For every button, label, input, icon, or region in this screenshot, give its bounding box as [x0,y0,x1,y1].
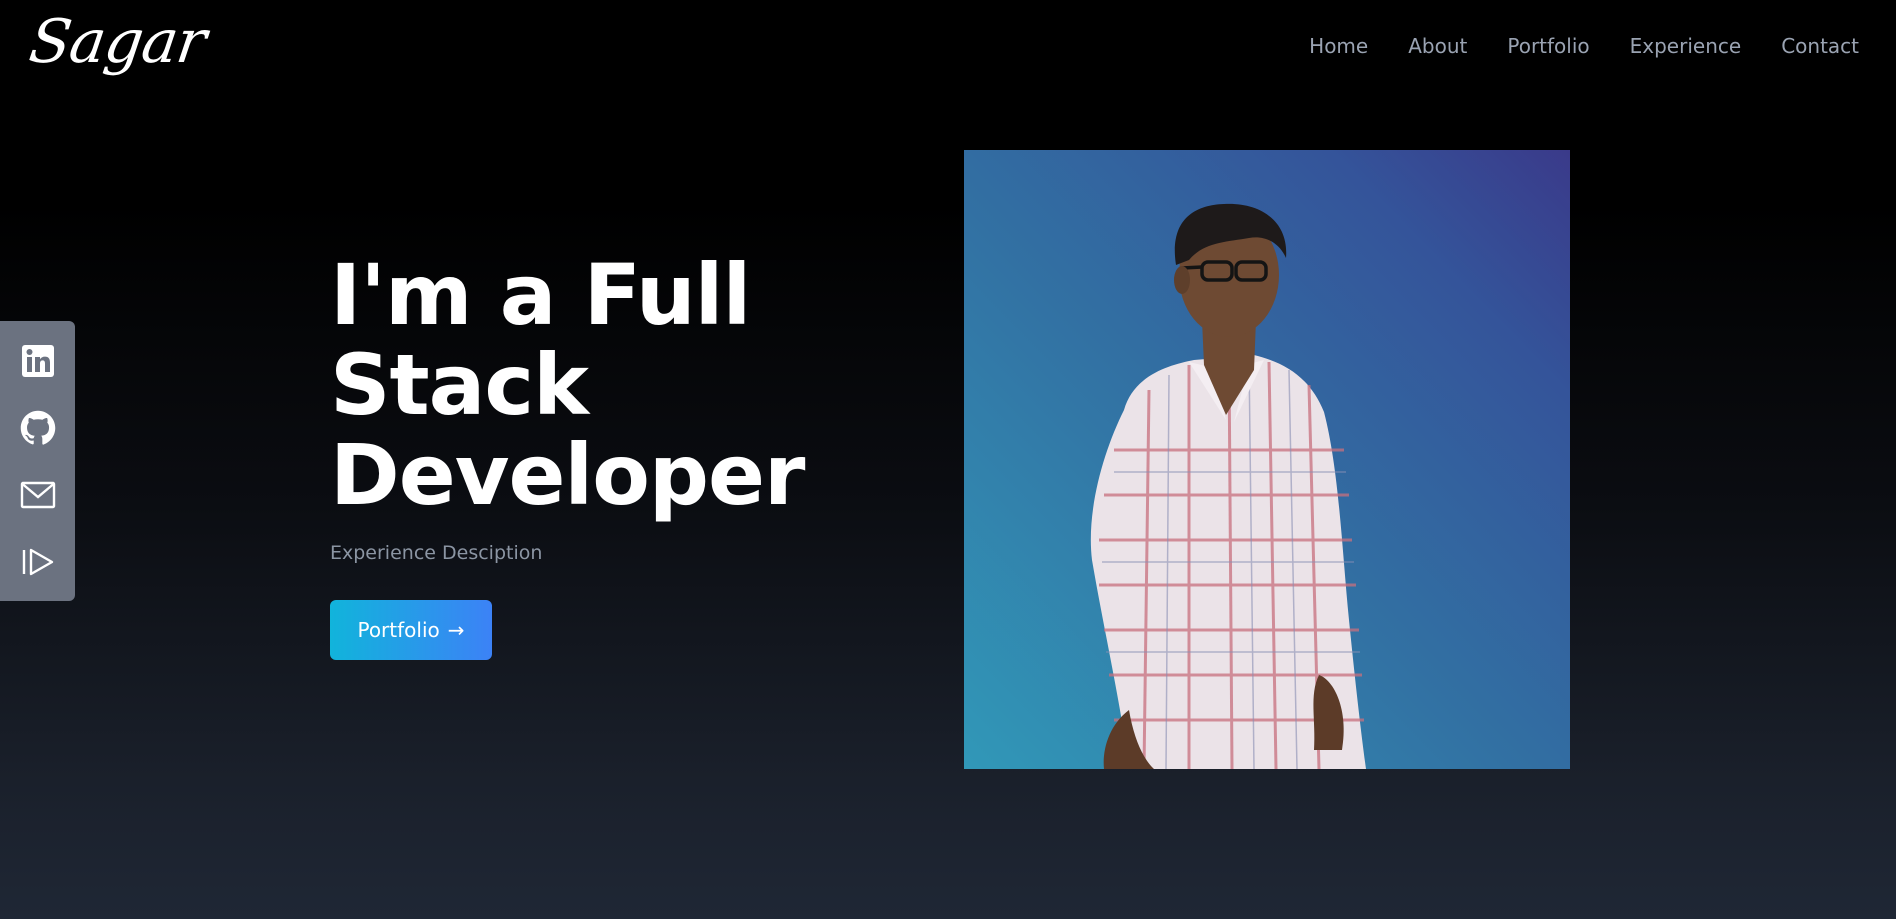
main-nav: Home About Portfolio Experience Contact [1309,34,1859,58]
mail-icon[interactable] [20,477,56,513]
hero-description: Experience Desciption [330,542,543,564]
hero-title-line-2: Stack [330,336,589,434]
nav-about[interactable]: About [1408,34,1467,58]
hero-section: I'm a Full Stack Developer Experience De… [330,250,850,564]
nav-home[interactable]: Home [1309,34,1368,58]
github-icon[interactable] [20,410,56,446]
logo[interactable]: Sagar [24,2,210,82]
hero-title-line-3: Developer [330,426,805,524]
nav-contact[interactable]: Contact [1781,34,1859,58]
resume-play-icon[interactable] [20,544,56,580]
arrow-right-icon: → [447,618,465,642]
nav-portfolio[interactable]: Portfolio [1507,34,1589,58]
social-sidebar [0,321,75,601]
nav-experience[interactable]: Experience [1630,34,1742,58]
hero-title-line-1: I'm a Full [330,246,751,344]
linkedin-icon[interactable] [20,343,56,379]
profile-photo [964,150,1570,769]
portfolio-button[interactable]: Portfolio → [330,600,492,660]
portfolio-button-label: Portfolio [357,618,440,642]
hero-title: I'm a Full Stack Developer [330,250,850,520]
